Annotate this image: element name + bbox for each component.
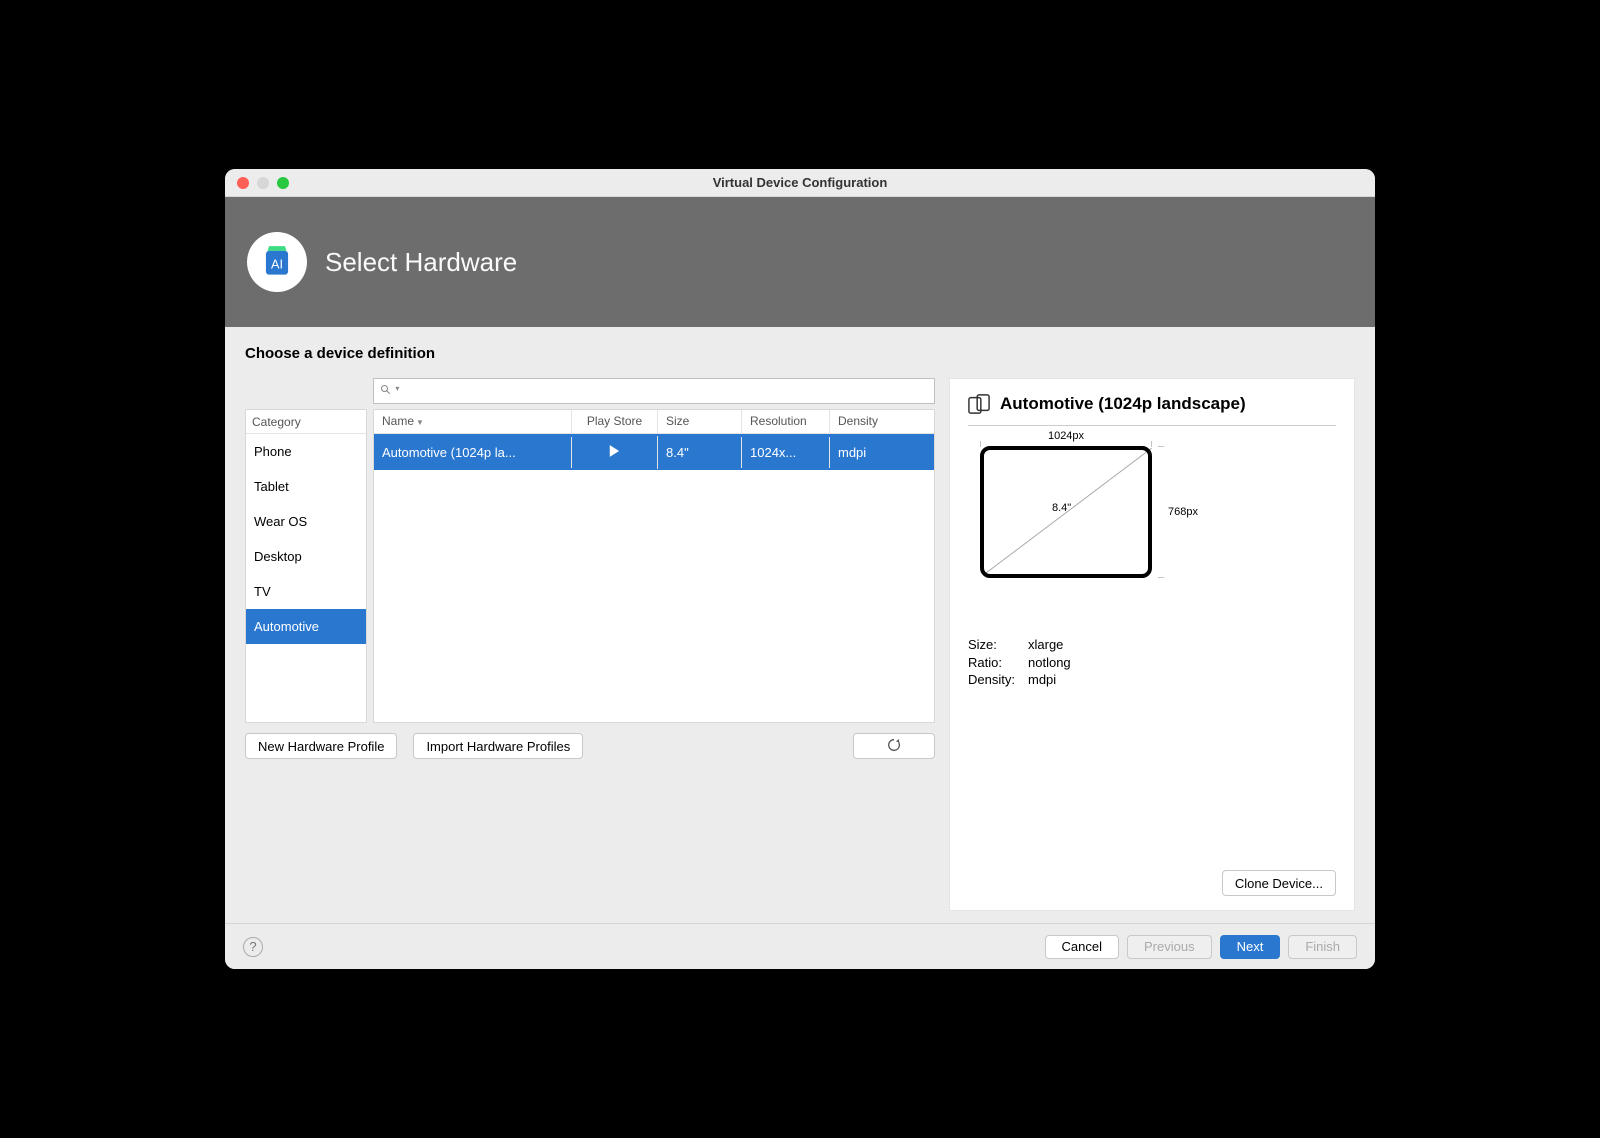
diagonal-label: 8.4" <box>1052 502 1071 514</box>
window-title: Virtual Device Configuration <box>225 175 1375 190</box>
table-row[interactable]: Automotive (1024p la... 8.4" 1024x... md… <box>374 434 934 470</box>
category-item-tv[interactable]: TV <box>246 574 366 609</box>
search-icon: ▾ <box>380 384 399 399</box>
search-field[interactable] <box>403 384 934 398</box>
height-dimension-label: 768px <box>1168 446 1198 578</box>
help-button[interactable]: ? <box>243 937 263 957</box>
table-header: Name▼ Play Store Size Resolution Density <box>374 410 934 434</box>
device-diagram: 1024px 8.4" 768px <box>980 446 1200 626</box>
import-hardware-profiles-button[interactable]: Import Hardware Profiles <box>413 733 583 759</box>
clone-device-button[interactable]: Clone Device... <box>1222 870 1336 896</box>
svg-text:AI: AI <box>271 257 283 271</box>
play-store-icon <box>608 444 622 461</box>
page-title: Select Hardware <box>325 247 517 278</box>
spec-density-label: Density: <box>968 671 1028 689</box>
preview-panel: Automotive (1024p landscape) 1024px 8.4"… <box>949 378 1355 911</box>
spec-size-label: Size: <box>968 636 1028 654</box>
col-header-density[interactable]: Density <box>830 410 934 433</box>
preview-title: Automotive (1024p landscape) <box>1000 394 1246 414</box>
cell-resolution: 1024x... <box>742 437 830 468</box>
col-header-resolution[interactable]: Resolution <box>742 410 830 433</box>
next-button[interactable]: Next <box>1220 935 1281 959</box>
dialog-window: Virtual Device Configuration AI Select H… <box>225 169 1375 969</box>
category-item-desktop[interactable]: Desktop <box>246 539 366 574</box>
android-studio-icon: AI <box>247 232 307 292</box>
finish-button[interactable]: Finish <box>1288 935 1357 959</box>
cancel-button[interactable]: Cancel <box>1045 935 1119 959</box>
category-item-phone[interactable]: Phone <box>246 434 366 469</box>
cell-name: Automotive (1024p la... <box>374 437 572 468</box>
content-area: Choose a device definition ▾ Category Ph… <box>225 327 1375 923</box>
cell-density: mdpi <box>830 437 934 468</box>
device-specs: Size:xlarge Ratio:notlong Density:mdpi <box>968 636 1336 689</box>
category-item-tablet[interactable]: Tablet <box>246 469 366 504</box>
dialog-footer: ? Cancel Previous Next Finish <box>225 923 1375 969</box>
cell-playstore <box>572 436 658 469</box>
header-banner: AI Select Hardware <box>225 197 1375 327</box>
col-header-play[interactable]: Play Store <box>572 410 658 433</box>
search-input[interactable]: ▾ <box>373 378 935 404</box>
category-list: Category Phone Tablet Wear OS Desktop TV… <box>245 409 367 723</box>
titlebar: Virtual Device Configuration <box>225 169 1375 197</box>
col-header-size[interactable]: Size <box>658 410 742 433</box>
sort-indicator-icon: ▼ <box>416 418 424 427</box>
spec-ratio-value: notlong <box>1028 655 1071 670</box>
cell-size: 8.4" <box>658 437 742 468</box>
spec-density-value: mdpi <box>1028 672 1056 687</box>
spec-size-value: xlarge <box>1028 637 1063 652</box>
previous-button[interactable]: Previous <box>1127 935 1212 959</box>
new-hardware-profile-button[interactable]: New Hardware Profile <box>245 733 397 759</box>
refresh-icon <box>886 737 902 756</box>
category-header: Category <box>246 410 366 434</box>
category-item-wearos[interactable]: Wear OS <box>246 504 366 539</box>
height-dimension-bracket <box>1158 446 1164 578</box>
category-item-automotive[interactable]: Automotive <box>246 609 366 644</box>
device-icon <box>968 393 990 415</box>
subtitle: Choose a device definition <box>245 345 1355 362</box>
refresh-button[interactable] <box>853 733 935 759</box>
spec-ratio-label: Ratio: <box>968 654 1028 672</box>
col-header-name[interactable]: Name▼ <box>374 410 572 433</box>
device-table: Name▼ Play Store Size Resolution Density… <box>373 409 935 723</box>
